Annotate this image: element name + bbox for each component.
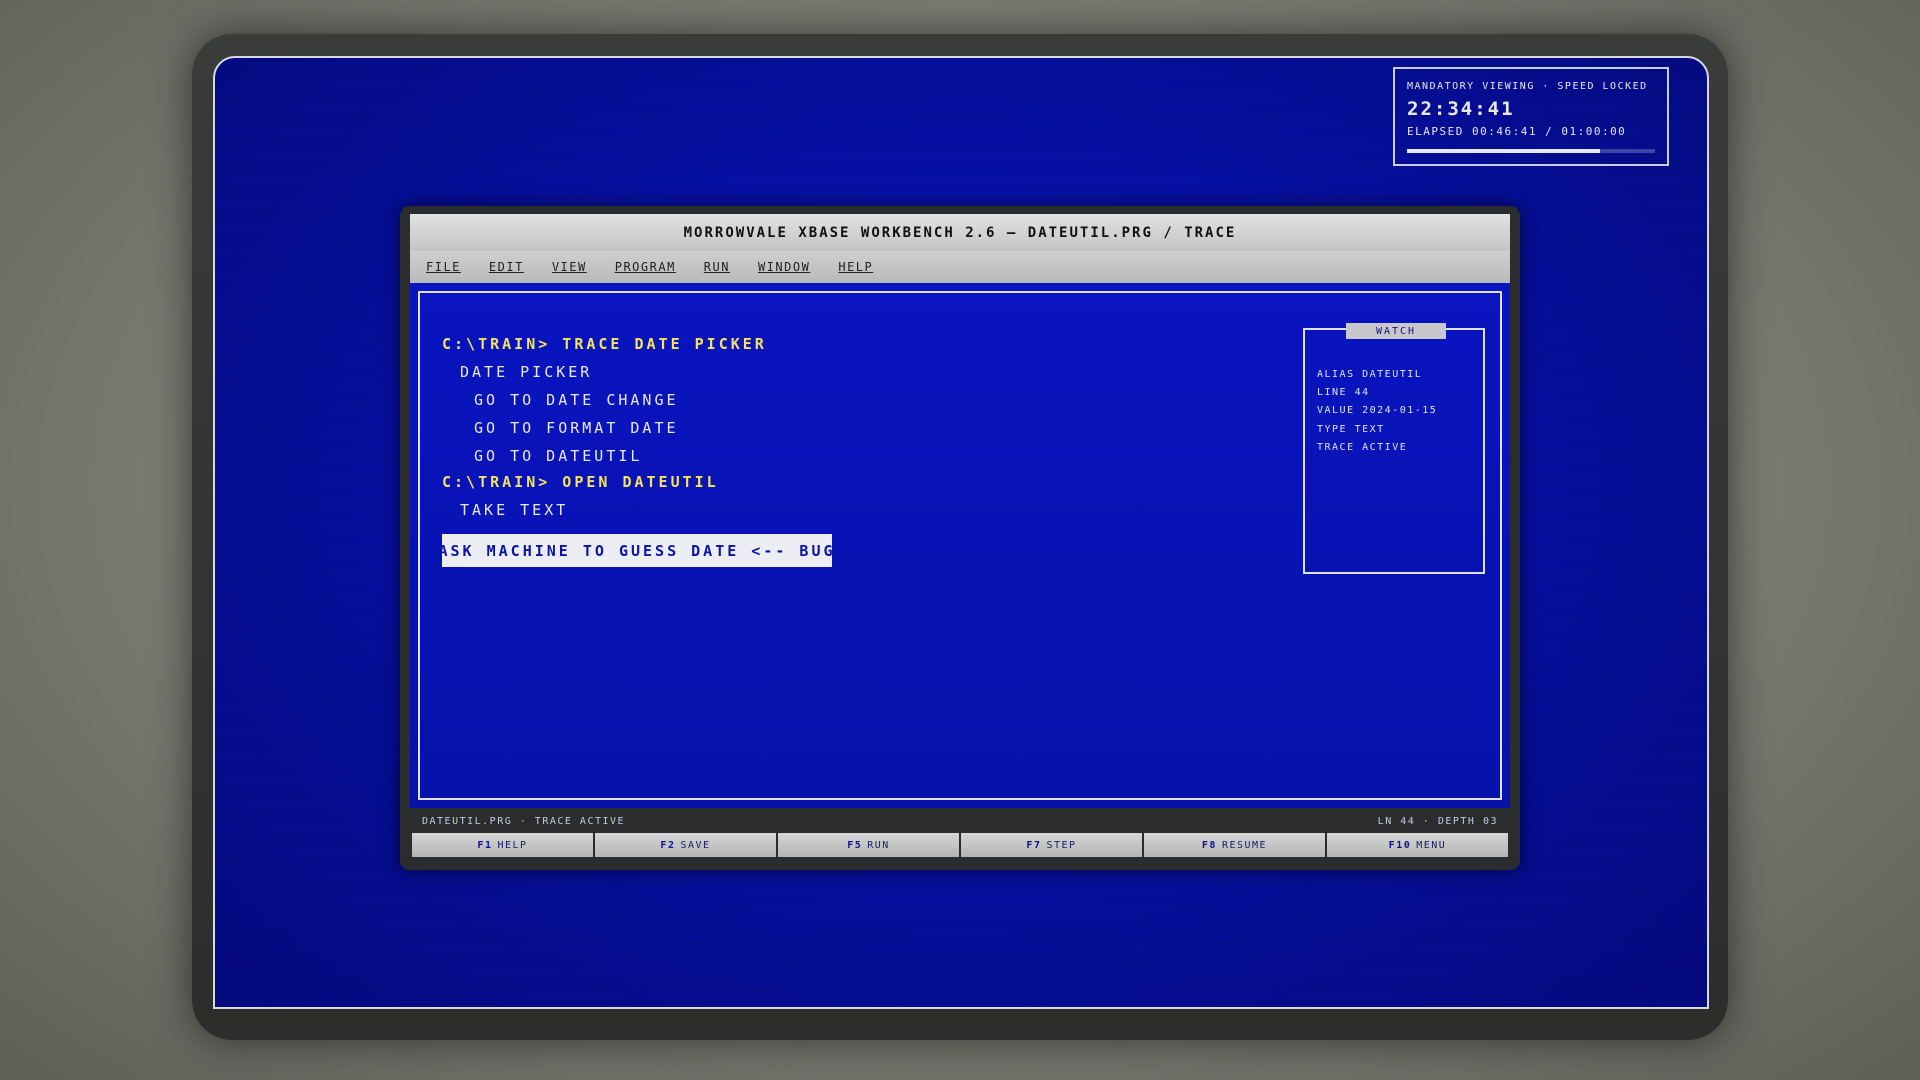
menu-edit[interactable]: EDIT bbox=[489, 260, 524, 274]
timer-elapsed: ELAPSED 00:46:41 / 01:00:00 bbox=[1407, 125, 1627, 138]
fkey-label: HELP bbox=[497, 839, 528, 851]
code-line: TAKE TEXT bbox=[460, 501, 569, 519]
fkey-label: STEP bbox=[1046, 839, 1077, 851]
viewing-timer: MANDATORY VIEWING · SPEED LOCKED 22:34:4… bbox=[1393, 67, 1669, 166]
code-line: GO TO FORMAT DATE bbox=[474, 419, 679, 437]
menu-program[interactable]: PROGRAM bbox=[615, 260, 676, 274]
function-key-bar: F1 HELP F2 SAVE F5 RUN F7 STEP F8 RESUME F10 M… bbox=[412, 833, 1508, 857]
fkey-key: F10 bbox=[1388, 839, 1412, 851]
watch-panel: WATCH ALIAS DATEUTIL LINE 44 VALUE 2024-… bbox=[1303, 323, 1485, 574]
watch-row: VALUE 2024-01-15 bbox=[1317, 405, 1438, 416]
fkey-key: F8 bbox=[1201, 839, 1217, 851]
f1-help-button[interactable]: F1 HELP bbox=[412, 833, 595, 857]
fkey-key: F1 bbox=[477, 839, 493, 851]
f5-run-button[interactable]: F5 RUN bbox=[778, 833, 961, 857]
fkey-key: F2 bbox=[660, 839, 676, 851]
window-title: MORROWVALE XBASE WORKBENCH 2.6 — DATEUTI… bbox=[683, 224, 1237, 241]
fkey-label: SAVE bbox=[680, 839, 711, 851]
status-left: DATEUTIL.PRG · TRACE ACTIVE bbox=[422, 815, 626, 827]
watch-row: ALIAS DATEUTIL bbox=[1317, 369, 1423, 380]
code-line: DATE PICKER bbox=[460, 363, 593, 381]
menu-run[interactable]: RUN bbox=[704, 260, 730, 274]
f2-save-button[interactable]: F2 SAVE bbox=[595, 833, 778, 857]
fkey-label: RESUME bbox=[1221, 839, 1268, 851]
f7-step-button[interactable]: F7 STEP bbox=[961, 833, 1144, 857]
highlighted-bug-line[interactable]: ASK MACHINE TO GUESS DATE <-- BUG bbox=[439, 534, 833, 567]
fkey-key: F7 bbox=[1026, 839, 1042, 851]
status-right: LN 44 · DEPTH 03 bbox=[1377, 815, 1498, 827]
menu-bar: FILE EDIT VIEW PROGRAM RUN WINDOW HELP bbox=[410, 251, 1510, 283]
code-line-prompt: C:\TRAIN> TRACE DATE PICKER bbox=[442, 335, 767, 353]
window-title-bar[interactable]: MORROWVALE XBASE WORKBENCH 2.6 — DATEUTI… bbox=[410, 214, 1510, 251]
timer-progress-fill bbox=[1407, 149, 1600, 153]
watch-row: TRACE ACTIVE bbox=[1317, 442, 1408, 453]
timer-progress-bar bbox=[1407, 149, 1655, 153]
watch-panel-title: WATCH bbox=[1346, 323, 1446, 339]
trace-editor[interactable]: C:\TRAIN> TRACE DATE PICKER DATE PICKER … bbox=[410, 283, 1510, 808]
menu-help[interactable]: HELP bbox=[838, 260, 873, 274]
watch-row: TYPE TEXT bbox=[1317, 424, 1385, 435]
code-line: GO TO DATE CHANGE bbox=[474, 391, 679, 409]
fkey-label: MENU bbox=[1416, 839, 1447, 851]
fkey-key: F5 bbox=[847, 839, 863, 851]
fkey-label: RUN bbox=[867, 839, 890, 851]
code-line: GO TO DATEUTIL bbox=[474, 447, 643, 465]
watch-row: LINE 44 bbox=[1317, 387, 1370, 398]
menu-window[interactable]: WINDOW bbox=[758, 260, 810, 274]
timer-clock: 22:34:41 bbox=[1407, 98, 1515, 120]
menu-view[interactable]: VIEW bbox=[552, 260, 587, 274]
timer-mode-label: MANDATORY VIEWING · SPEED LOCKED bbox=[1407, 81, 1648, 92]
workbench-window: MORROWVALE XBASE WORKBENCH 2.6 — DATEUTI… bbox=[400, 206, 1520, 870]
status-bar: DATEUTIL.PRG · TRACE ACTIVE LN 44 · DEPT… bbox=[410, 810, 1510, 832]
menu-file[interactable]: FILE bbox=[426, 260, 461, 274]
f10-menu-button[interactable]: F10 MENU bbox=[1327, 833, 1508, 857]
f8-resume-button[interactable]: F8 RESUME bbox=[1144, 833, 1327, 857]
code-line-prompt: C:\TRAIN> OPEN DATEUTIL bbox=[442, 473, 719, 491]
editor-frame: C:\TRAIN> TRACE DATE PICKER DATE PICKER … bbox=[418, 291, 1502, 800]
